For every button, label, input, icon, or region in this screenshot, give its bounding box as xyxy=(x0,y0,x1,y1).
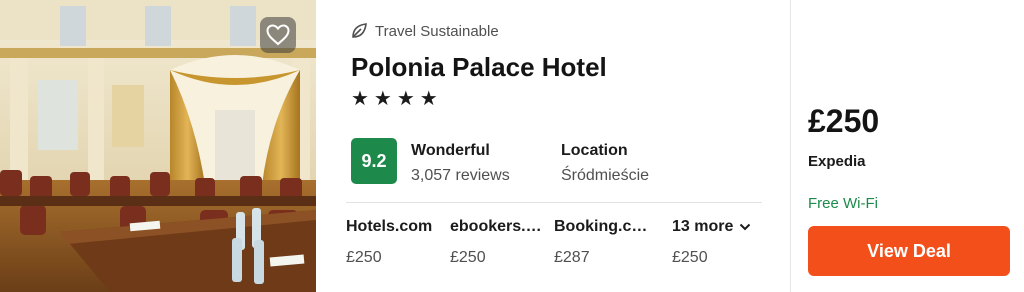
favorite-button[interactable] xyxy=(260,17,296,53)
more-providers-label: 13 more xyxy=(672,218,734,235)
chevron-down-icon xyxy=(740,223,751,231)
provider-offer[interactable]: Booking.com £287 xyxy=(554,218,648,267)
leaf-icon xyxy=(352,23,367,38)
rating-label: Wonderful xyxy=(411,142,490,159)
provider-name: ebookers.com xyxy=(450,218,544,235)
provider-offer[interactable]: ebookers.com £250 xyxy=(450,218,544,267)
provider-prices: Hotels.com £250 ebookers.com £250 Bookin… xyxy=(346,218,766,278)
divider xyxy=(346,202,762,203)
hotel-result-card[interactable]: Travel Sustainable Polonia Palace Hotel … xyxy=(0,0,1024,292)
hotel-info: Travel Sustainable Polonia Palace Hotel … xyxy=(316,0,790,292)
free-wifi-label: Free Wi-Fi xyxy=(808,195,878,212)
heart-icon xyxy=(266,24,290,46)
location-title: Location xyxy=(561,142,628,159)
more-providers-price: £250 xyxy=(672,249,708,266)
travel-sustainable-badge: Travel Sustainable xyxy=(350,22,499,40)
deal-price: £250 xyxy=(808,103,880,139)
provider-name: Booking.com xyxy=(554,218,648,235)
provider-price: £250 xyxy=(346,249,382,266)
provider-price: £250 xyxy=(450,249,486,266)
more-providers-button[interactable]: 13 more £250 xyxy=(672,218,766,267)
review-score-badge: 9.2 xyxy=(351,138,397,184)
provider-name: Hotels.com xyxy=(346,218,433,235)
best-deal-panel: £250 Expedia Free Wi-Fi View Deal xyxy=(791,0,1024,292)
hotel-name[interactable]: Polonia Palace Hotel xyxy=(351,52,607,83)
provider-offer[interactable]: Hotels.com £250 xyxy=(346,218,441,267)
star-rating: ★★★★ xyxy=(351,88,443,110)
location-value: Śródmieście xyxy=(561,167,650,184)
review-count: 3,057 reviews xyxy=(411,167,510,184)
hotel-photo[interactable] xyxy=(0,0,316,292)
provider-price: £287 xyxy=(554,249,590,266)
sustainable-label: Travel Sustainable xyxy=(375,22,499,40)
view-deal-button[interactable]: View Deal xyxy=(808,226,1010,276)
deal-provider: Expedia xyxy=(808,153,866,170)
